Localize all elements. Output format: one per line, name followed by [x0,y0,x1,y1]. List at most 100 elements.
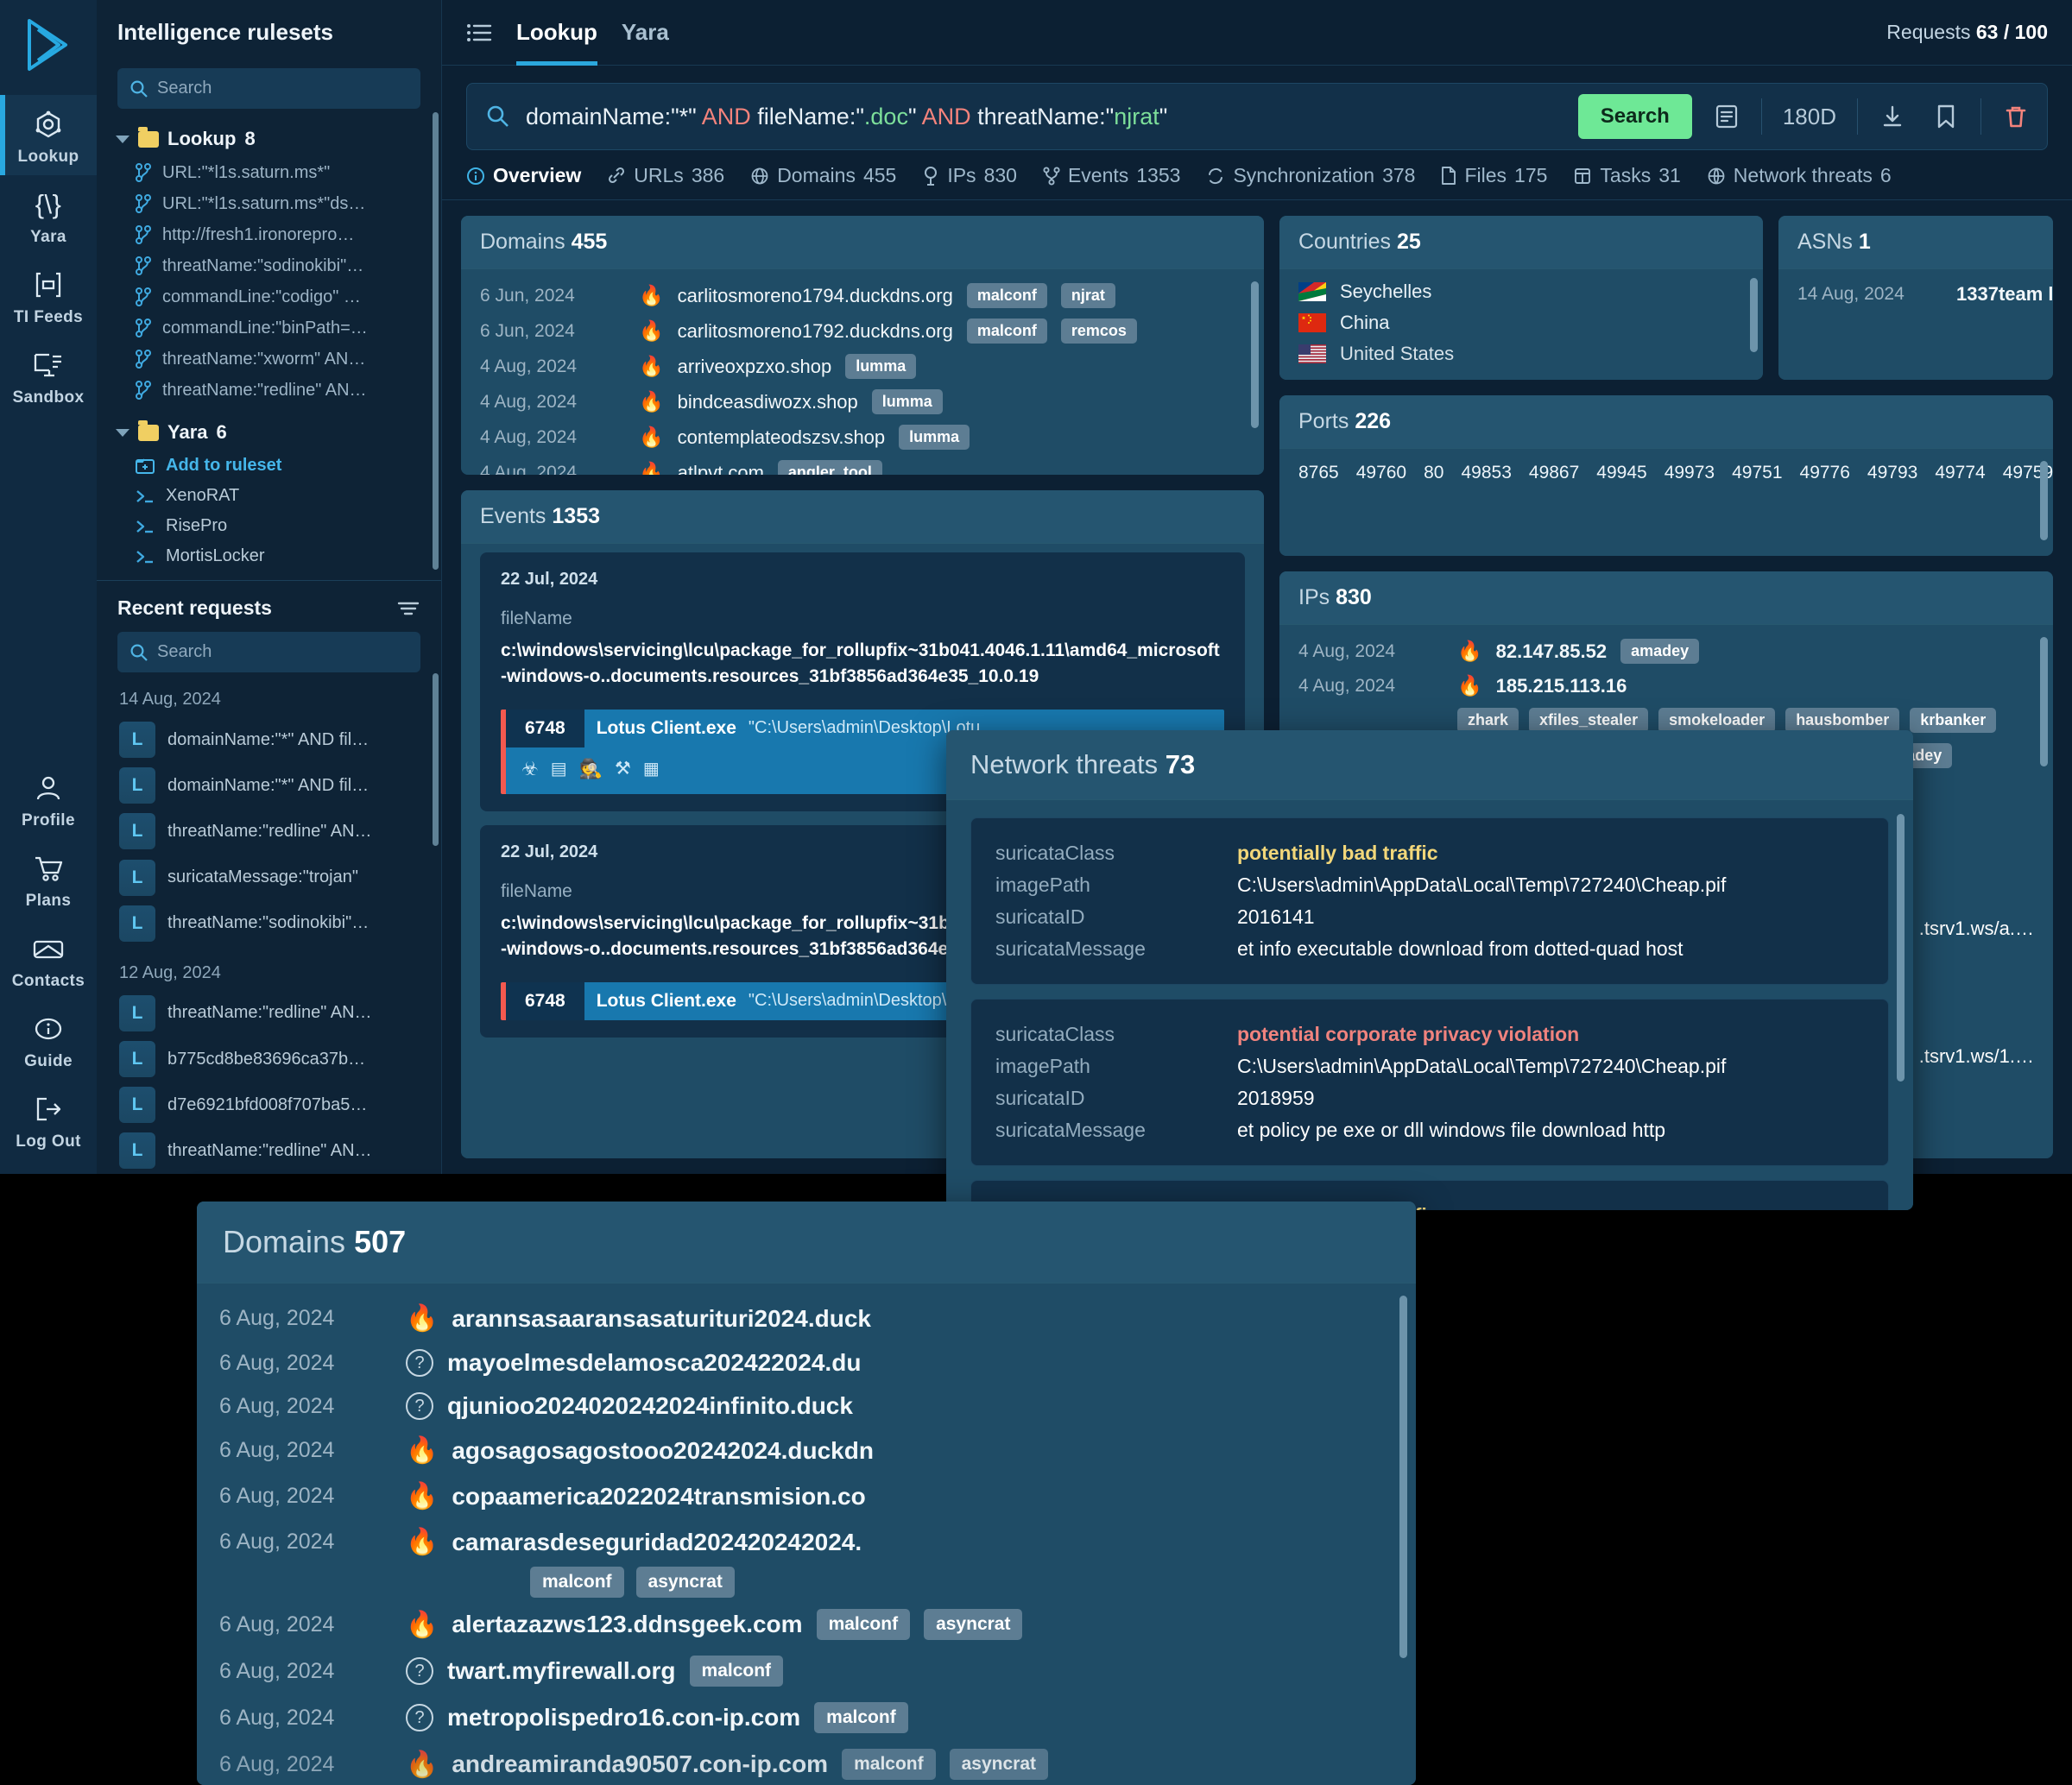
tree-group-label: Yara [167,421,208,444]
rulesets-scrollbar[interactable] [433,112,439,570]
recent-requests-scrollbar[interactable] [433,673,439,846]
tree-item[interactable]: threatName:"sodinokibi"… [111,250,433,281]
tab-overview[interactable]: Overview [466,164,581,187]
list-item[interactable]: LdomainName:"*" AND fil… [97,716,441,762]
sidebar-item-sandbox[interactable]: Sandbox [0,336,97,416]
table-row[interactable]: 6 Jun, 2024 🔥 carlitosmoreno1794.duckdns.o… [480,278,1245,313]
tab-network-threats[interactable]: Network threats 6 [1707,164,1892,187]
bookmark-icon[interactable] [1927,98,1965,136]
tree-item[interactable]: XenoRAT [111,481,433,511]
tree-item[interactable]: commandLine:"codigo" … [111,281,433,312]
row-date: 4 Aug, 2024 [480,462,578,476]
tab-tasks[interactable]: Tasks 31 [1573,164,1681,187]
countries-scrollbar[interactable] [1750,278,1758,352]
list-item[interactable]: LthreatName:"sodinokibi"… [97,900,441,946]
tree-item-label: threatName:"xworm" AN… [162,349,366,369]
sidebar-item-contacts[interactable]: Contacts [0,919,97,1000]
tree-item[interactable]: MortisLocker [111,541,433,571]
tab-urls[interactable]: URLs 386 [607,164,724,187]
table-row[interactable]: 6 Aug, 2024? mayoelmesdelamosca202422024.… [219,1341,1393,1384]
tree-item[interactable]: threatName:"redline" AN… [111,375,433,406]
field-label: imagePath [995,1055,1090,1077]
trash-icon[interactable] [1997,98,2035,136]
table-row[interactable]: 4 Aug, 2024 🔥 82.147.85.52 amadey [1298,634,2034,669]
sidebar-item-ti-feeds[interactable]: TI Feeds [0,255,97,336]
add-to-ruleset-button[interactable]: Add to ruleset [111,451,433,481]
tab-events[interactable]: Events 1353 [1043,164,1180,187]
tree-item[interactable]: threatName:"xworm" AN… [111,344,433,375]
table-row[interactable]: 6 Aug, 2024 🔥 copaamerica2022024transmisio… [219,1473,1393,1519]
table-row[interactable]: China [1298,307,1744,338]
tree-item[interactable]: http://fresh1.ironorepro… [111,219,433,250]
row-domain: qjunioo2024020242024infinito.duck [447,1392,853,1419]
sidebar-item-label: Profile [22,811,75,829]
sidebar-item-yara[interactable]: {\} Yara [0,175,97,255]
tab-synchronization[interactable]: Synchronization 378 [1206,164,1415,187]
table-row[interactable]: 6 Jun, 2024 🔥 carlitosmoreno1792.duckdns.o… [480,313,1245,349]
tab-ips[interactable]: IPs 830 [922,164,1017,187]
table-row[interactable]: 4 Aug, 2024 🔥 arriveoxpzxo.shop lumma [480,349,1245,384]
list-menu-icon[interactable] [466,22,492,44]
ips-scrollbar[interactable] [2040,637,2048,766]
sidebar-item-lookup[interactable]: Lookup [0,95,97,175]
exe-icon: ▤ [550,760,567,779]
tree-group-yara[interactable]: Yara 6 [111,414,433,451]
domains-scrollbar[interactable] [1251,281,1259,428]
link-icon [607,167,626,186]
tab-count: 175 [1514,164,1548,186]
threat-card[interactable]: suricataClass potentially bad traffic ima… [970,817,1889,985]
table-row[interactable]: 14 Aug, 2024 1337team limited [1797,278,2053,311]
list-item[interactable]: LdomainName:"*" AND fil… [97,763,441,809]
sidebar-item-guide[interactable]: Guide [0,1000,97,1080]
list-item[interactable]: LsuricataMessage:"trojan" [97,855,441,900]
table-row[interactable]: 6 Aug, 2024 🔥 agosagosagostooo20242024.duc… [219,1428,1393,1473]
table-row[interactable]: 4 Aug, 2024 🔥 185.215.113.16 [1298,669,2034,703]
recent-requests-search-input[interactable]: Search [117,632,420,673]
table-row[interactable]: 4 Aug, 2024 🔥 bindceasdiwozx.shop lumma [480,384,1245,419]
table-row[interactable]: 6 Aug, 2024 🔥 alertazazws123.ddnsgeek.com m… [219,1601,1393,1648]
tab-files[interactable]: Files 175 [1441,164,1547,187]
tree-group-lookup[interactable]: Lookup 8 [111,121,433,157]
sidebar-item-log-out[interactable]: Log Out [0,1080,97,1174]
tree-item-label: URL:"*l1s.saturn.ms*"ds… [162,193,366,213]
rulesets-search-input[interactable]: Search [117,68,420,110]
download-icon[interactable] [1873,98,1911,136]
tab-domains[interactable]: Domains 455 [750,164,896,187]
domains-overlay-scrollbar[interactable] [1399,1296,1407,1658]
tree-item[interactable]: commandLine:"binPath=… [111,312,433,344]
sidebar-item-plans[interactable]: Plans [0,839,97,919]
tab-yara[interactable]: Yara [622,0,669,66]
table-row[interactable]: United States [1298,338,1744,369]
add-to-ruleset-label: Add to ruleset [166,456,282,476]
table-row[interactable]: Seychelles [1298,276,1744,307]
threat-card[interactable]: suricataClass potential corporate privacy… [970,999,1889,1166]
table-row[interactable]: 4 Aug, 2024 🔥 contemplateodszsv.shop lumma [480,419,1245,455]
table-row[interactable]: 6 Aug, 2024? qjunioo2024020242024infinito… [219,1384,1393,1428]
ports-scrollbar[interactable] [2040,461,2048,540]
table-row[interactable]: 6 Aug, 2024? metropolispedro16.con-ip.com… [219,1694,1393,1741]
table-row[interactable]: 6 Aug, 2024 🔥 arannsasaaransasaturituri202… [219,1296,1393,1341]
search-input[interactable]: domainName:"*" AND fileName:".doc" AND t… [526,104,1563,130]
list-item[interactable]: LthreatName:"redline" AN… [97,990,441,1036]
threats-scrollbar[interactable] [1897,814,1905,1082]
list-item[interactable]: Ld7e6921bfd008f707ba5… [97,1082,441,1128]
table-row[interactable]: 6 Aug, 2024 🔥 andreamiranda90507.con-ip.co… [219,1741,1393,1785]
list-item[interactable]: LthreatName:"redline" AN… [97,809,441,855]
biohazard-icon: ☣ [521,757,539,779]
search-button[interactable]: Search [1577,94,1692,139]
history-list-icon[interactable] [1708,98,1746,136]
list-item[interactable]: LthreatName:"redline" AN… [97,1128,441,1174]
table-row[interactable]: 6 Aug, 2024? twart.myfirewall.org malconf [219,1648,1393,1694]
table-row[interactable]: 6 Aug, 2024 🔥 camarasdeseguridad2024202420… [219,1519,1393,1565]
filter-icon[interactable] [396,599,420,618]
sidebar-item-profile[interactable]: Profile [0,759,97,839]
sidebar-item-label: Yara [30,228,66,246]
tree-item[interactable]: URL:"*l1s.saturn.ms*"ds… [111,188,433,219]
table-row[interactable]: 4 Aug, 2024 🔥 atlpvt.com angler_tool [480,455,1245,475]
list-item[interactable]: Lb775cd8be83696ca37b… [97,1037,441,1082]
tab-lookup[interactable]: Lookup [516,0,597,66]
tree-item[interactable]: URL:"*l1s.saturn.ms*" [111,157,433,188]
period-selector[interactable]: 180D [1778,104,1841,130]
tree-item[interactable]: RisePro [111,511,433,541]
search-bar: domainName:"*" AND fileName:".doc" AND t… [466,83,2048,150]
